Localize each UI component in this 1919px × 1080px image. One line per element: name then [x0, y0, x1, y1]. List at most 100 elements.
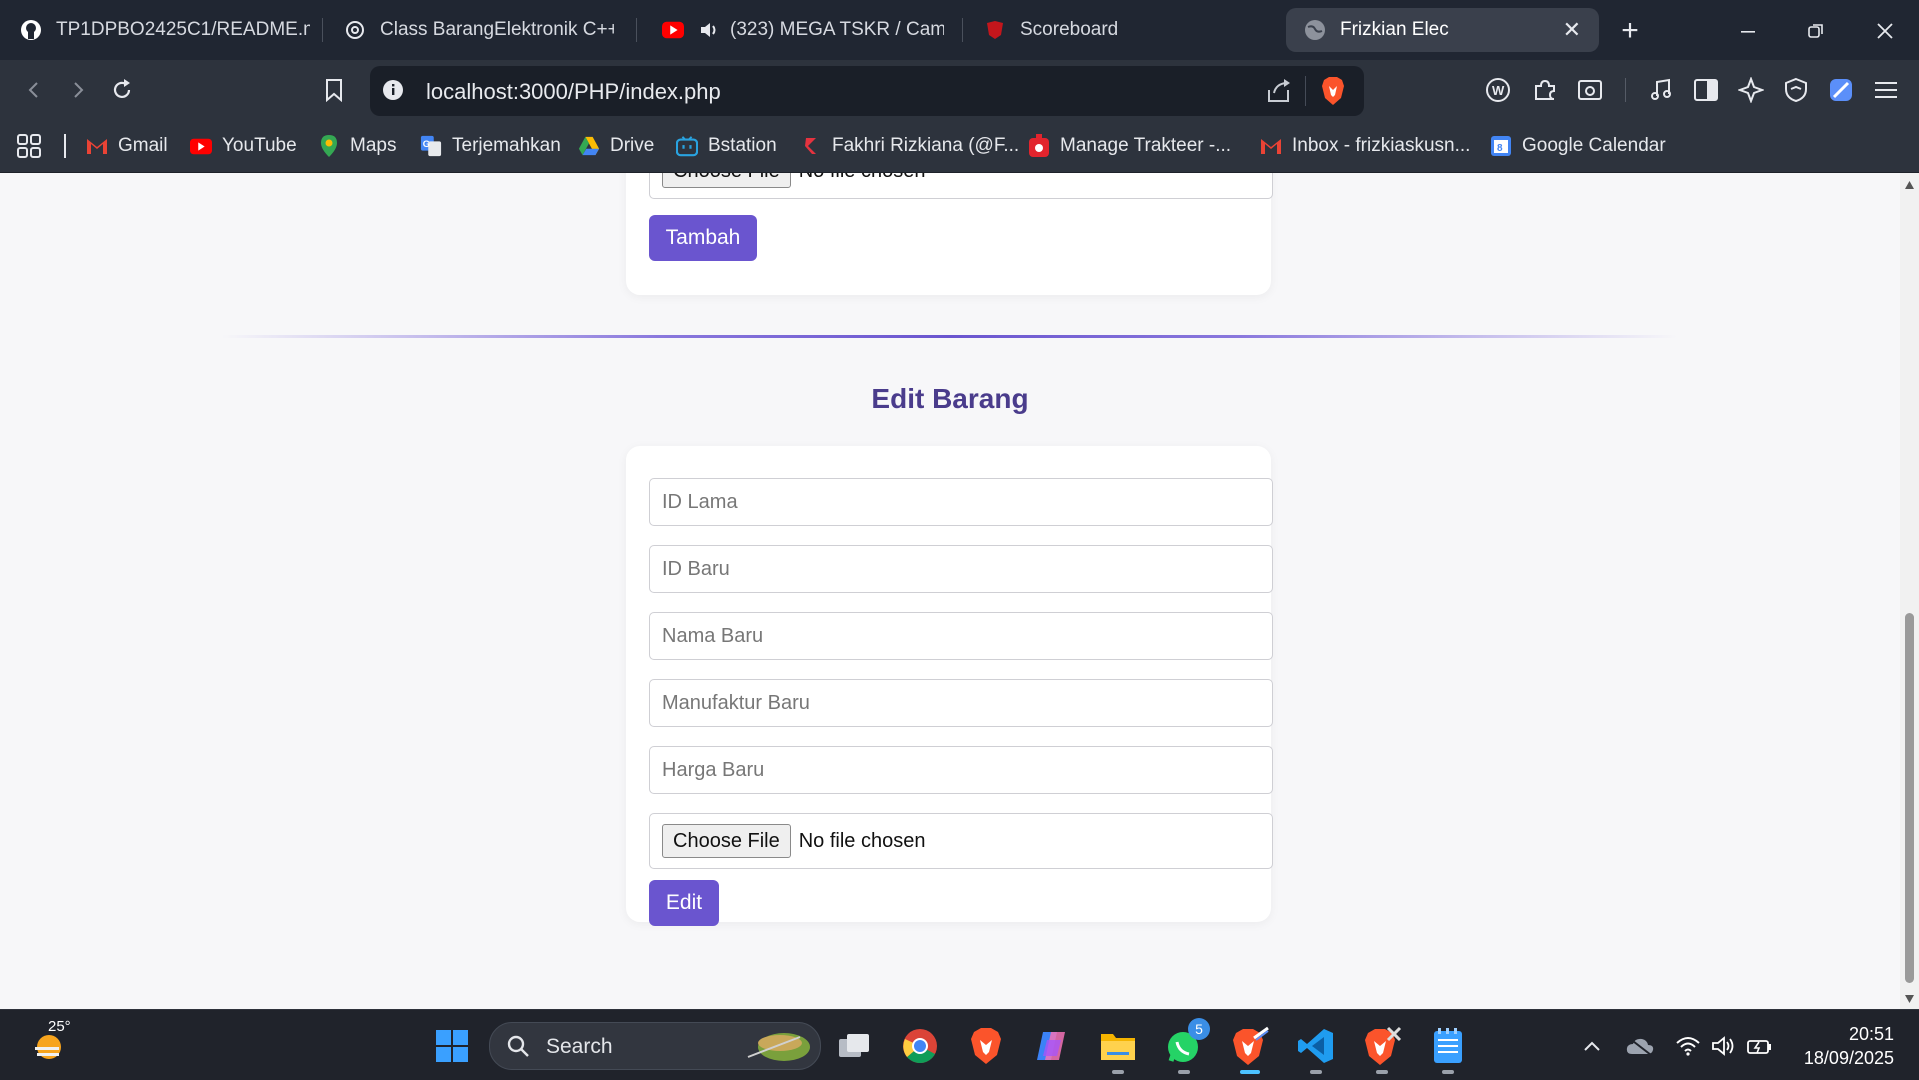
bookmark-drive[interactable]: Drive — [578, 132, 654, 160]
chrome-icon[interactable] — [898, 1024, 942, 1068]
minimize-button[interactable] — [1731, 14, 1765, 48]
edit-item-card: ID Lama ID Baru Nama Baru Manufaktur Bar… — [626, 446, 1273, 926]
menu-icon[interactable] — [1870, 74, 1902, 106]
globe-icon — [1304, 19, 1326, 41]
browser-tab-strip: TP1DPBO2425C1/README.md Class BarangElek… — [0, 0, 1919, 60]
bookmark-youtube[interactable]: YouTube — [190, 132, 297, 160]
bookmark-terjemahkan[interactable]: G Terjemahkan — [420, 132, 561, 160]
gmail-icon — [1260, 135, 1282, 157]
add-image-file-input[interactable]: Choose File No file chosen — [649, 173, 1273, 199]
running-indicator — [1178, 1070, 1190, 1074]
id-baru-input[interactable]: ID Baru — [649, 545, 1273, 593]
bookmark-maps[interactable]: Maps — [318, 132, 396, 160]
search-label: Search — [546, 1035, 613, 1058]
weather-widget[interactable]: 25° — [24, 1018, 74, 1070]
taskbar-clock[interactable]: 20:51 18/09/2025 — [1790, 1022, 1894, 1070]
svg-text:W: W — [1492, 83, 1505, 98]
wallet-icon[interactable]: W — [1482, 74, 1514, 106]
running-indicator — [1376, 1070, 1388, 1074]
close-window-button[interactable] — [1868, 14, 1902, 48]
copilot-icon[interactable] — [1030, 1024, 1074, 1068]
tab-scoreboard[interactable]: Scoreboard — [984, 8, 1234, 52]
onedrive-icon[interactable] — [1618, 1024, 1662, 1068]
tab-readme[interactable]: TP1DPBO2425C1/README.md — [20, 8, 310, 52]
brave-shields-icon[interactable] — [1320, 76, 1346, 111]
share-icon[interactable] — [1266, 78, 1292, 109]
address-bar[interactable]: localhost:3000/PHP/index.php — [370, 66, 1364, 116]
gmail-icon — [86, 135, 108, 157]
toolbar-separator — [1625, 78, 1626, 102]
bookmark-inbox[interactable]: Inbox - frizkiaskusn... — [1260, 132, 1470, 160]
extensions-icon[interactable] — [1529, 74, 1561, 106]
page-viewport: Choose File No file chosen Tambah Edit B… — [0, 173, 1900, 1009]
bstation-icon — [676, 135, 698, 157]
battery-icon[interactable] — [1738, 1024, 1782, 1068]
clock-time: 20:51 — [1848, 1024, 1894, 1044]
edit-image-file-input[interactable]: Choose File No file chosen — [649, 813, 1273, 869]
bookmark-fakhri[interactable]: Fakhri Rizkiana (@F... — [800, 132, 1019, 160]
bookmark-icon[interactable] — [318, 74, 350, 106]
youtube-icon — [662, 19, 684, 41]
add-choose-file-button[interactable]: Choose File — [662, 173, 791, 188]
whatsapp-badge: 5 — [1188, 1018, 1210, 1040]
music-icon[interactable] — [1645, 74, 1677, 106]
close-tab-icon[interactable]: ✕ — [1563, 17, 1581, 43]
maps-icon — [318, 135, 340, 157]
restore-button[interactable] — [1799, 14, 1833, 48]
brave-rewards-icon[interactable] — [1825, 74, 1857, 106]
tab-class-barang[interactable]: Class BarangElektronik C++ — [344, 8, 614, 52]
scroll-down-icon[interactable] — [1904, 991, 1915, 1009]
reader-mode-icon[interactable] — [1574, 74, 1606, 106]
nama-baru-input[interactable]: Nama Baru — [649, 612, 1273, 660]
sidebar-icon[interactable] — [1690, 74, 1722, 106]
translate-icon: G — [420, 135, 442, 157]
harga-baru-input[interactable]: Harga Baru — [649, 746, 1273, 794]
tab-youtube[interactable]: (323) MEGA TSKR / Camelli — [662, 8, 944, 52]
whatsapp-icon[interactable]: 5 — [1162, 1018, 1210, 1074]
brave-dev-icon[interactable] — [1360, 1024, 1404, 1074]
tambah-button[interactable]: Tambah — [649, 215, 757, 261]
active-indicator — [1240, 1070, 1260, 1074]
url-text: localhost:3000/PHP/index.php — [426, 79, 721, 104]
reload-icon[interactable] — [106, 74, 138, 106]
tab-separator — [636, 18, 637, 42]
task-view-icon[interactable] — [832, 1024, 876, 1068]
page-scrollbar[interactable] — [1900, 173, 1919, 1009]
leo-ai-icon[interactable] — [1735, 74, 1767, 106]
brave-nightly-icon[interactable] — [1228, 1024, 1272, 1074]
brave-taskbar-icon[interactable] — [964, 1024, 1008, 1068]
taskbar-search[interactable]: Search — [489, 1022, 821, 1070]
manufaktur-baru-input[interactable]: Manufaktur Baru — [649, 679, 1273, 727]
edit-choose-file-button[interactable]: Choose File — [662, 824, 791, 858]
id-lama-input[interactable]: ID Lama — [649, 478, 1273, 526]
tab-separator — [962, 18, 963, 42]
new-tab-button[interactable]: + — [1613, 14, 1647, 48]
bookmark-google-calendar[interactable]: 8 Google Calendar — [1490, 132, 1666, 160]
speaker-icon[interactable] — [698, 19, 720, 41]
urlbar-separator — [1305, 76, 1306, 106]
bookmarks-separator — [64, 134, 66, 158]
profile-icon — [800, 135, 822, 157]
windows-start-icon[interactable] — [430, 1024, 474, 1068]
notepad-icon[interactable] — [1426, 1024, 1470, 1074]
site-info-icon[interactable] — [382, 79, 404, 106]
vpn-shield-icon[interactable] — [1780, 74, 1812, 106]
file-explorer-icon[interactable] — [1096, 1024, 1140, 1074]
bookmark-gmail[interactable]: Gmail — [86, 132, 168, 160]
scroll-up-icon[interactable] — [1904, 177, 1915, 195]
vscode-icon[interactable] — [1294, 1024, 1338, 1074]
running-indicator — [1112, 1070, 1124, 1074]
bookmark-trakteer[interactable]: Manage Trakteer -... — [1028, 132, 1231, 160]
svg-text:8: 8 — [1497, 143, 1503, 154]
running-indicator — [1442, 1070, 1454, 1074]
scroll-thumb[interactable] — [1905, 613, 1914, 983]
search-icon — [506, 1034, 530, 1063]
forward-icon[interactable] — [62, 74, 94, 106]
edit-button[interactable]: Edit — [649, 880, 719, 926]
show-hidden-icons[interactable] — [1570, 1024, 1614, 1068]
bookmark-bstation[interactable]: Bstation — [676, 132, 777, 160]
back-icon[interactable] — [18, 74, 50, 106]
chatgpt-icon — [344, 19, 366, 41]
tab-frizkian-elec[interactable]: Frizkian Elec ✕ — [1286, 8, 1599, 52]
apps-grid-icon[interactable] — [16, 132, 42, 160]
